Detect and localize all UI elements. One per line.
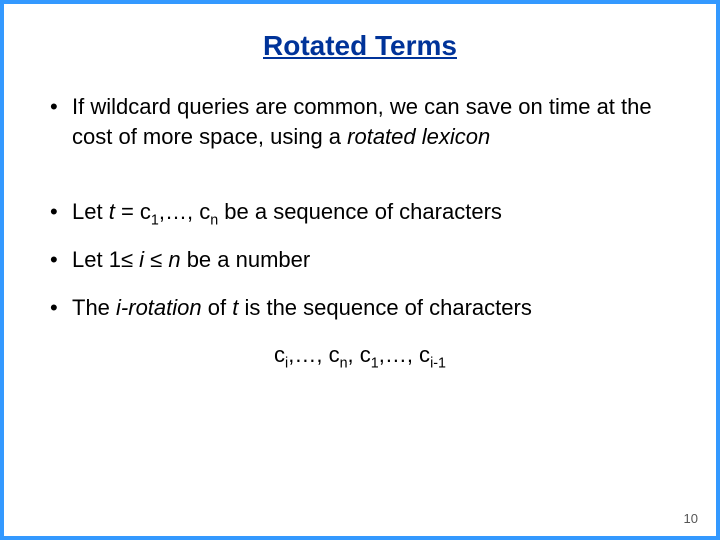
bullet-list: If wildcard queries are common, we can s… bbox=[44, 92, 676, 153]
bullet-list-2: Let t = c1,…, cn be a sequence of charac… bbox=[44, 197, 676, 324]
slide: Rotated Terms If wildcard queries are co… bbox=[0, 0, 720, 540]
f-c2: c bbox=[329, 342, 340, 367]
bullet-3: Let 1≤ i ≤ n be a number bbox=[44, 245, 676, 275]
b3-i: i bbox=[133, 247, 150, 272]
b2-c: ,…, c bbox=[159, 199, 210, 224]
leq-icon-2: ≤ bbox=[150, 247, 162, 272]
f-sub-1: 1 bbox=[371, 355, 379, 371]
bullet-1-italic: rotated lexicon bbox=[347, 124, 490, 149]
formula: ci,…, cn, c1,…, ci-1 bbox=[44, 342, 676, 368]
b3-n: n bbox=[162, 247, 180, 272]
slide-title: Rotated Terms bbox=[44, 30, 676, 62]
f-sep1: ,…, bbox=[288, 342, 328, 367]
b4-a: The bbox=[72, 295, 116, 320]
b3-b: be a number bbox=[181, 247, 311, 272]
b2-d: be a sequence of characters bbox=[218, 199, 502, 224]
f-c1: c bbox=[274, 342, 285, 367]
b4-c: is the sequence of characters bbox=[238, 295, 532, 320]
b3-a: Let 1 bbox=[72, 247, 121, 272]
bullet-2: Let t = c1,…, cn be a sequence of charac… bbox=[44, 197, 676, 227]
bullet-4: The i-rotation of t is the sequence of c… bbox=[44, 293, 676, 323]
bullet-1: If wildcard queries are common, we can s… bbox=[44, 92, 676, 153]
b2-b: = c bbox=[115, 199, 151, 224]
f-sub-n: n bbox=[340, 355, 348, 371]
b2-sub1: 1 bbox=[151, 212, 159, 228]
b4-rot: -rotation bbox=[121, 295, 202, 320]
b2-a: Let bbox=[72, 199, 109, 224]
spacer bbox=[44, 171, 676, 197]
page-number: 10 bbox=[684, 511, 698, 526]
f-sep3: ,…, c bbox=[379, 342, 430, 367]
b4-b: of bbox=[202, 295, 233, 320]
leq-icon: ≤ bbox=[121, 247, 133, 272]
b2-subn: n bbox=[210, 212, 218, 228]
f-sep2: , c bbox=[348, 342, 371, 367]
f-sub-im1: i-1 bbox=[430, 355, 446, 371]
